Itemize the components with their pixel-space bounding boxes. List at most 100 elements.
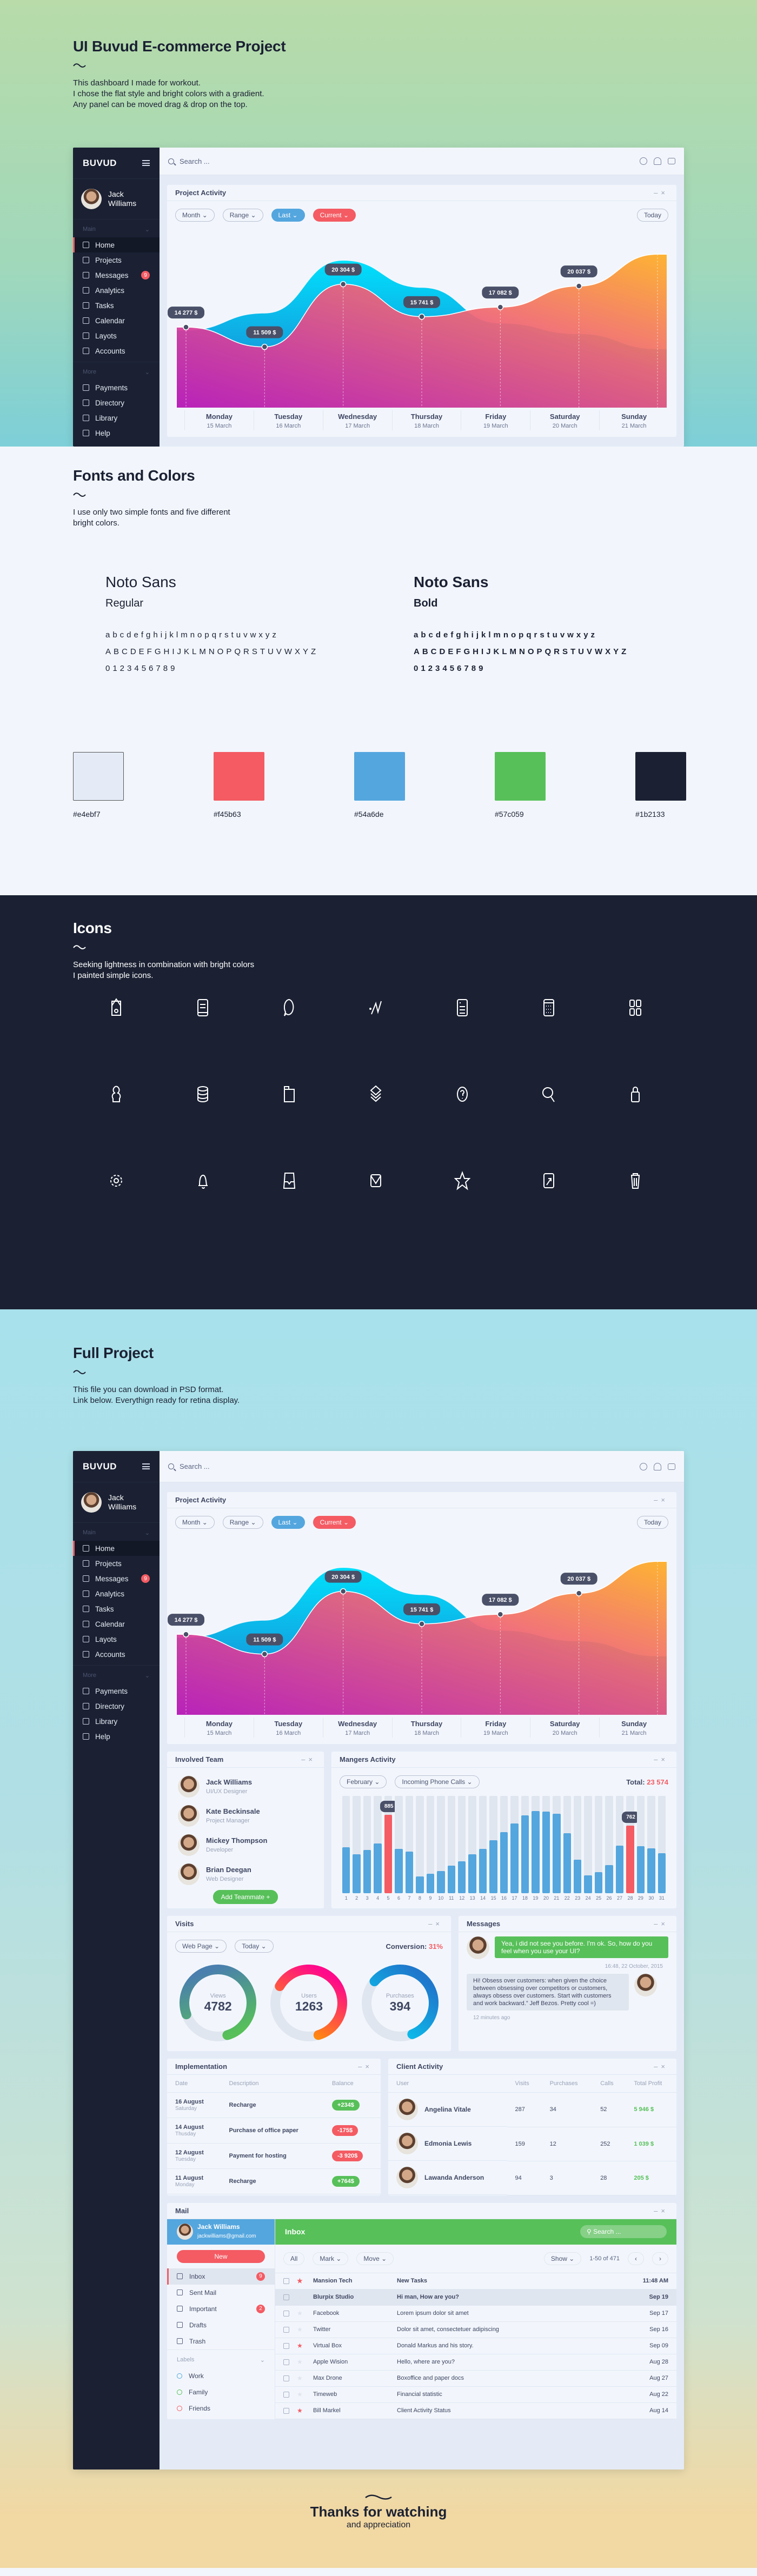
sidebar-item-projects[interactable]: Projects — [73, 1556, 160, 1571]
data-point[interactable] — [340, 281, 347, 288]
today-button[interactable]: Today — [636, 209, 668, 222]
mail-row[interactable]: ★ Twitter Dolor sit amet, consectetuer adi… — [275, 2322, 676, 2338]
mail-row[interactable]: ★ Blurpix Studio Hi man, How are you? Sep 1… — [275, 2289, 676, 2306]
table-row[interactable]: 14 August Thusday Purchase of office paper… — [167, 2118, 381, 2144]
row-checkbox[interactable] — [283, 2375, 289, 2381]
filter-range[interactable]: Range ⌄ — [222, 209, 263, 222]
bar[interactable] — [405, 1852, 414, 1893]
table-row[interactable]: 16 August Saturday Recharge +234$ — [167, 2092, 381, 2118]
close-icon[interactable]: × — [308, 1755, 316, 1763]
data-point[interactable] — [261, 1650, 268, 1658]
bar[interactable] — [658, 1853, 666, 1893]
bar[interactable] — [395, 1849, 403, 1893]
bar[interactable] — [416, 1876, 424, 1893]
star-icon[interactable]: ★ — [297, 2293, 304, 2301]
sidebar-item-payments[interactable]: Payments — [73, 380, 160, 395]
bar[interactable] — [594, 1872, 603, 1893]
nav-group-main[interactable]: Main ⌄ — [73, 1523, 160, 1541]
folder-trash[interactable]: Trash — [167, 2333, 275, 2349]
bar[interactable] — [626, 1826, 634, 1893]
minimize-icon[interactable]: – — [654, 1920, 661, 1928]
bar[interactable] — [457, 1861, 466, 1893]
label-family[interactable]: Family — [167, 2384, 275, 2400]
folder-important[interactable]: Important 2 — [167, 2301, 275, 2317]
bar[interactable] — [363, 1849, 371, 1893]
bar[interactable] — [521, 1815, 529, 1893]
mail-move-button[interactable]: Move ⌄ — [356, 2252, 394, 2265]
nav-group-more[interactable]: More ⌄ — [73, 362, 160, 380]
label-work[interactable]: Work — [167, 2368, 275, 2384]
star-icon[interactable]: ★ — [297, 2277, 304, 2285]
mail-all-button[interactable]: All — [283, 2252, 305, 2265]
bar[interactable] — [489, 1840, 497, 1893]
filter-current[interactable]: Current ⌄ — [313, 1516, 356, 1529]
next-page-button[interactable]: › — [652, 2252, 668, 2265]
sidebar-item-library[interactable]: Library — [73, 1714, 160, 1729]
bell-icon[interactable] — [654, 1462, 661, 1470]
sidebar-item-analytics[interactable]: Analytics — [73, 1586, 160, 1601]
filter-month[interactable]: Month ⌄ — [175, 209, 215, 222]
data-point[interactable] — [497, 304, 504, 310]
bar[interactable] — [510, 1823, 519, 1893]
gear-icon[interactable] — [640, 157, 647, 165]
close-icon[interactable]: × — [661, 1920, 668, 1928]
bar[interactable] — [342, 1847, 350, 1893]
row-checkbox[interactable] — [283, 2326, 289, 2333]
sidebar-item-accounts[interactable]: Accounts — [73, 343, 160, 358]
sidebar-item-payments[interactable]: Payments — [73, 1683, 160, 1699]
close-icon[interactable]: × — [365, 2062, 373, 2071]
minimize-icon[interactable]: – — [654, 1496, 661, 1504]
month-filter[interactable]: February ⌄ — [340, 1775, 387, 1788]
bar[interactable] — [553, 1813, 561, 1893]
sidebar-item-accounts[interactable]: Accounts — [73, 1647, 160, 1662]
bar[interactable] — [384, 1815, 393, 1893]
star-icon[interactable]: ★ — [297, 2309, 304, 2317]
label-friends[interactable]: Friends — [167, 2400, 275, 2417]
bar[interactable] — [426, 1874, 435, 1893]
page-filter[interactable]: Web Page ⌄ — [175, 1940, 227, 1953]
sidebar-item-library[interactable]: Library — [73, 410, 160, 425]
star-icon[interactable]: ★ — [297, 2374, 304, 2382]
bar[interactable] — [563, 1833, 571, 1893]
mail-row[interactable]: ★ Max Drone Boxoffice and paper docs Aug 27 — [275, 2371, 676, 2387]
mail-row[interactable]: ★ Virtual Box Donald Markus and his story.… — [275, 2338, 676, 2354]
nav-group-more[interactable]: More ⌄ — [73, 1665, 160, 1683]
type-filter[interactable]: Incoming Phone Calls ⌄ — [395, 1775, 480, 1788]
mail-row[interactable]: ★ Facebook Lorem ipsum dolor sit amet Sep 1… — [275, 2306, 676, 2322]
star-icon[interactable]: ★ — [297, 2358, 304, 2366]
minimize-icon[interactable]: – — [654, 2207, 661, 2215]
data-point[interactable] — [183, 324, 189, 330]
row-checkbox[interactable] — [283, 2342, 289, 2349]
minimize-icon[interactable]: – — [654, 1755, 661, 1763]
filter-current[interactable]: Current ⌄ — [313, 209, 356, 222]
data-point[interactable] — [261, 343, 268, 350]
star-icon[interactable]: ★ — [297, 2407, 304, 2414]
minimize-icon[interactable]: – — [301, 1755, 308, 1763]
data-point[interactable] — [340, 1588, 347, 1595]
bar[interactable] — [605, 1865, 613, 1893]
show-dropdown[interactable]: Show ⌄ — [543, 2252, 582, 2265]
bar[interactable] — [500, 1832, 508, 1893]
team-member[interactable]: Jack Williams UI/UX Designer — [167, 1772, 324, 1801]
new-mail-button[interactable]: New — [177, 2249, 265, 2263]
sidebar-item-layots[interactable]: Layots — [73, 328, 160, 343]
star-icon[interactable]: ★ — [297, 2342, 304, 2349]
bar[interactable] — [636, 1846, 645, 1893]
bar[interactable] — [353, 1854, 361, 1893]
menu-icon[interactable] — [142, 160, 150, 166]
close-icon[interactable]: × — [661, 189, 668, 197]
mail-row[interactable]: ★ Apple Wision Hello, where are you? Aug 28 — [275, 2354, 676, 2371]
data-point[interactable] — [575, 283, 582, 289]
sidebar-item-directory[interactable]: Directory — [73, 1699, 160, 1714]
team-member[interactable]: Kate Beckinsale Project Manager — [167, 1801, 324, 1831]
mail-row[interactable]: ★ Mansion Tech New Tasks 11:48 AM — [275, 2273, 676, 2289]
close-icon[interactable]: × — [435, 1920, 443, 1928]
filter-month[interactable]: Month ⌄ — [175, 1516, 215, 1529]
row-checkbox[interactable] — [283, 2359, 289, 2365]
sidebar-item-analytics[interactable]: Analytics — [73, 283, 160, 298]
table-row[interactable]: 11 August Monday Recharge +764$ — [167, 2168, 381, 2194]
minimize-icon[interactable]: – — [358, 2062, 365, 2071]
sidebar-item-messages[interactable]: Messages 9 — [73, 1571, 160, 1586]
row-checkbox[interactable] — [283, 2294, 289, 2300]
table-row[interactable]: 12 August Tuesday Payment for hosting -3 92… — [167, 2143, 381, 2169]
